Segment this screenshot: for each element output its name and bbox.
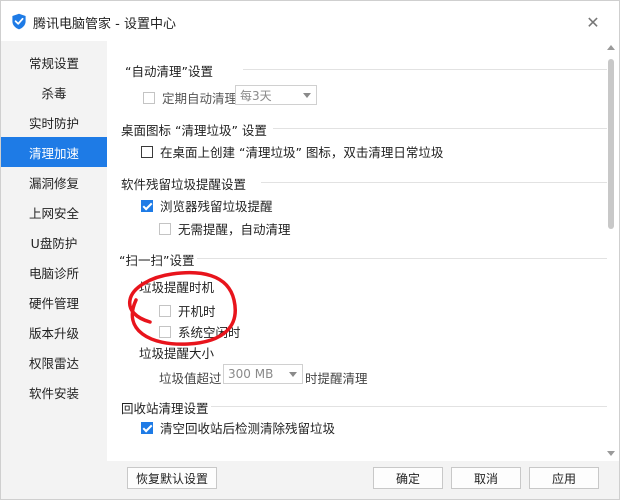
recycle-bin-option[interactable]: 清空回收站后检测清除残留垃圾 bbox=[141, 418, 335, 437]
section-divider bbox=[273, 128, 607, 129]
auto-clean-no-prompt-option[interactable]: 无需提醒，自动清理 bbox=[159, 219, 291, 238]
settings-content: “自动清理”设置 定期自动清理 每3天 桌面图标 “清理垃圾” 设置 在桌面上创… bbox=[107, 41, 619, 461]
startup-checkbox[interactable] bbox=[159, 304, 171, 317]
residual-title: 软件残留垃圾提醒设置 bbox=[121, 177, 247, 192]
scan-title: “扫一扫”设置 bbox=[119, 253, 195, 268]
recycle-bin-title: 回收站清理设置 bbox=[121, 401, 209, 416]
title-bar: 腾讯电脑管家 - 设置中心 ✕ bbox=[1, 1, 619, 41]
settings-sidebar: 常规设置 杀毒 实时防护 清理加速 漏洞修复 上网安全 U盘防护 电脑诊所 硬件… bbox=[1, 41, 107, 499]
sidebar-item-antivirus[interactable]: 杀毒 bbox=[1, 77, 107, 107]
browser-residual-checkbox[interactable] bbox=[141, 199, 153, 212]
sidebar-item-cleanup-speedup[interactable]: 清理加速 bbox=[1, 137, 107, 167]
sidebar-item-web-security[interactable]: 上网安全 bbox=[1, 197, 107, 227]
scroll-down-icon[interactable] bbox=[607, 451, 615, 456]
idle-checkbox[interactable] bbox=[159, 325, 171, 338]
browser-residual-option[interactable]: 浏览器残留垃圾提醒 bbox=[141, 196, 273, 215]
startup-option[interactable]: 开机时 bbox=[159, 301, 216, 320]
sidebar-item-realtime-protection[interactable]: 实时防护 bbox=[1, 107, 107, 137]
close-icon[interactable]: ✕ bbox=[579, 9, 607, 35]
size-threshold-prefix: 垃圾值超过 bbox=[159, 371, 222, 386]
sidebar-item-software-install[interactable]: 软件安装 bbox=[1, 377, 107, 407]
section-divider bbox=[211, 406, 607, 407]
scroll-thumb[interactable] bbox=[608, 59, 614, 229]
settings-window: 腾讯电脑管家 - 设置中心 ✕ 常规设置 杀毒 实时防护 清理加速 漏洞修复 上… bbox=[0, 0, 620, 500]
auto-clean-checkbox[interactable] bbox=[143, 91, 155, 104]
idle-option[interactable]: 系统空闲时 bbox=[159, 322, 241, 341]
desktop-icon-checkbox[interactable] bbox=[141, 145, 153, 158]
auto-clean-title: “自动清理”设置 bbox=[125, 64, 213, 79]
reminder-timing-label: 垃圾提醒时机 bbox=[139, 280, 215, 295]
sidebar-item-permission-radar[interactable]: 权限雷达 bbox=[1, 347, 107, 377]
no-prompt-checkbox[interactable] bbox=[159, 222, 171, 235]
sidebar-item-pc-clinic[interactable]: 电脑诊所 bbox=[1, 257, 107, 287]
section-divider bbox=[261, 182, 607, 183]
sidebar-item-upgrade[interactable]: 版本升级 bbox=[1, 317, 107, 347]
cancel-button[interactable]: 取消 bbox=[451, 467, 521, 489]
clean-interval-select[interactable]: 每3天 bbox=[235, 85, 317, 105]
size-threshold-suffix: 时提醒清理 bbox=[305, 371, 368, 386]
reminder-size-label: 垃圾提醒大小 bbox=[139, 346, 215, 361]
recycle-bin-checkbox[interactable] bbox=[141, 421, 153, 434]
window-title: 腾讯电脑管家 - 设置中心 bbox=[33, 17, 176, 32]
sidebar-item-general[interactable]: 常规设置 bbox=[1, 47, 107, 77]
scroll-up-icon[interactable] bbox=[607, 45, 615, 50]
apply-button[interactable]: 应用 bbox=[529, 467, 599, 489]
tencent-shield-icon bbox=[12, 13, 26, 30]
sidebar-item-vulnerability-fix[interactable]: 漏洞修复 bbox=[1, 167, 107, 197]
footer-bar: 恢复默认设置 确定 取消 应用 bbox=[107, 461, 619, 499]
sidebar-item-usb-protection[interactable]: U盘防护 bbox=[1, 227, 107, 257]
auto-clean-option[interactable]: 定期自动清理 bbox=[143, 88, 237, 107]
restore-defaults-button[interactable]: 恢复默认设置 bbox=[127, 467, 217, 489]
desktop-icon-title: 桌面图标 “清理垃圾” 设置 bbox=[121, 123, 267, 138]
size-threshold-select[interactable]: 300 MB bbox=[223, 364, 303, 384]
desktop-icon-option[interactable]: 在桌面上创建 “清理垃圾” 图标，双击清理日常垃圾 bbox=[141, 142, 443, 161]
section-divider bbox=[197, 258, 607, 259]
chevron-down-icon bbox=[289, 372, 297, 377]
section-divider bbox=[243, 69, 607, 70]
content-scrollbar[interactable] bbox=[607, 45, 615, 459]
sidebar-item-hardware[interactable]: 硬件管理 bbox=[1, 287, 107, 317]
ok-button[interactable]: 确定 bbox=[373, 467, 443, 489]
chevron-down-icon bbox=[303, 93, 311, 98]
